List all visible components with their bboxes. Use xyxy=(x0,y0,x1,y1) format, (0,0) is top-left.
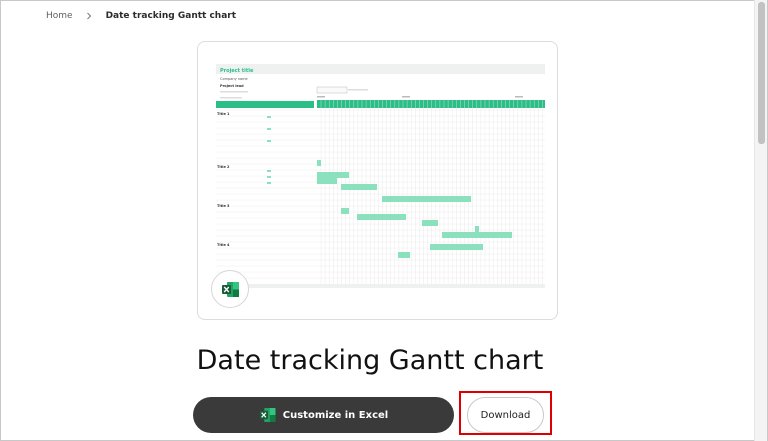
preview-phase-3: Title 3 xyxy=(217,204,230,208)
breadcrumb: Home Date tracking Gantt chart xyxy=(46,11,236,21)
preview-phase-4: Title 4 xyxy=(217,243,230,247)
preview-phase-2: Title 2 xyxy=(217,165,230,169)
template-preview-card[interactable]: Project title Company name Project lead … xyxy=(197,41,558,320)
download-button-label: Download xyxy=(480,409,531,421)
excel-icon xyxy=(259,408,276,422)
chevron-right-icon xyxy=(86,12,91,20)
preview-project-lead: Project lead xyxy=(220,84,244,88)
download-button[interactable]: Download xyxy=(467,397,544,433)
customize-button-label: Customize in Excel xyxy=(282,409,389,421)
page-title: Date tracking Gantt chart xyxy=(196,345,544,376)
vertical-scrollbar[interactable] xyxy=(754,0,767,441)
preview-sheet-title: Project title xyxy=(220,68,254,74)
preview-company: Company name xyxy=(220,77,248,81)
excel-icon xyxy=(221,281,239,297)
template-thumbnail: Project title Company name Project lead … xyxy=(216,64,545,288)
breadcrumb-current: Date tracking Gantt chart xyxy=(105,11,237,21)
breadcrumb-home-link[interactable]: Home xyxy=(46,11,73,21)
preview-phase-1: Title 1 xyxy=(217,112,230,116)
scrollbar-thumb[interactable] xyxy=(758,2,765,144)
customize-in-excel-button[interactable]: Customize in Excel xyxy=(193,397,454,433)
excel-badge xyxy=(211,270,249,308)
